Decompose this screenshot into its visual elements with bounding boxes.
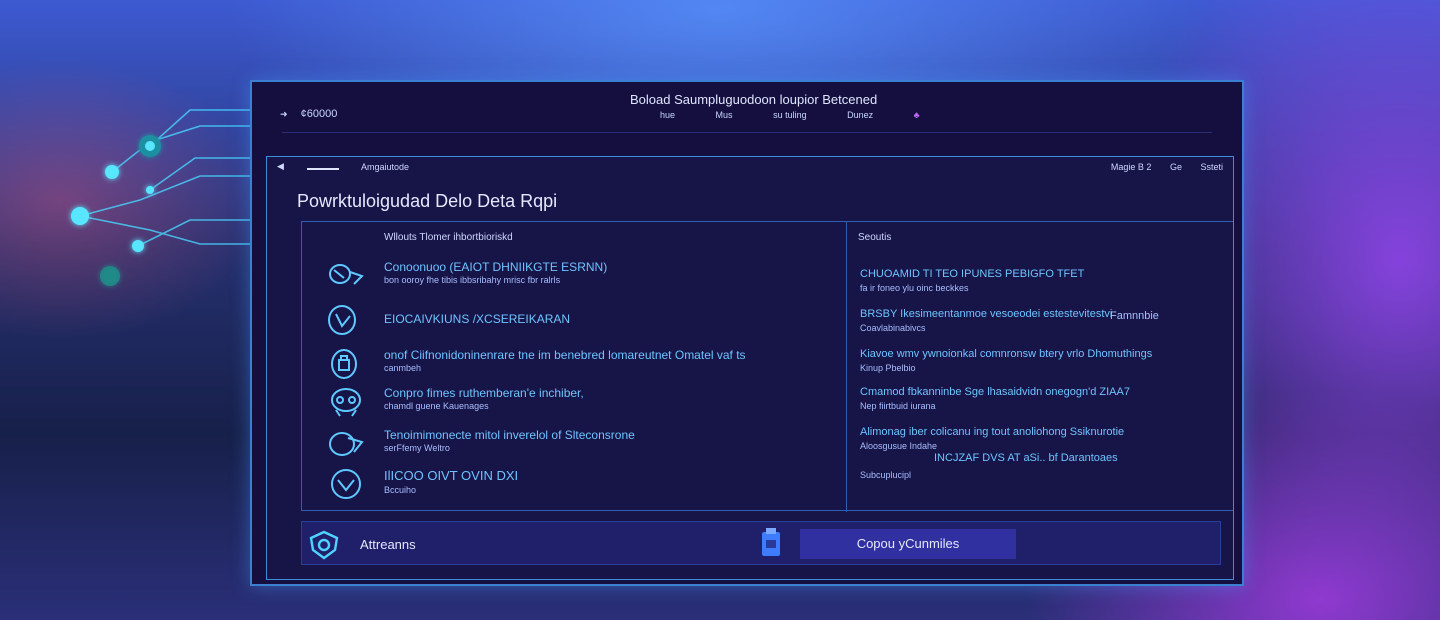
robot-icon <box>331 388 361 417</box>
item-title: CHUOAMID TI TEO IPUNES PEBIGFO TFET <box>860 268 1085 280</box>
toolbar-item[interactable]: Magie B 2 <box>1111 162 1152 172</box>
toolbar-item[interactable]: Ssteti <box>1200 162 1223 172</box>
divider <box>282 132 1212 133</box>
item-title: onof Ciifnonidoninenrare tne im benebred… <box>384 348 746 362</box>
right-column-heading: Seoutis <box>858 232 892 243</box>
footer-label: Attreanns <box>360 537 416 552</box>
item-subtitle: Nep fiirtbuid iurana <box>860 401 936 411</box>
item-subtitle: Aloosgusue Indahe <box>860 441 938 451</box>
title-bar: ➜ ¢60000 Boload Saumpluguodoon loupior B… <box>252 82 1242 154</box>
item-title: Tenoimimonecte mitol inverelol of Slteco… <box>384 428 635 442</box>
item-title: EIOCAIVKIUNS /XCSEREIKARAN <box>384 312 571 326</box>
face-icon <box>331 469 361 499</box>
compare-button[interactable]: Copou yCunmiles <box>800 529 1016 559</box>
lock-icon <box>331 349 357 379</box>
content-area: Wllouts Tlomer ihbortbioriskd Seoutis Co… <box>301 221 1233 512</box>
list-item[interactable]: Kiavoe wmv ywnoionkal comnronsw btery vr… <box>860 348 1190 373</box>
item-title: Cmamod fbkanninbe Sge lhasaidvidn onegog… <box>860 386 1130 398</box>
panel-toolbar: ◀ Amgaiutode Magie B 2 Ge Ssteti <box>277 161 1223 177</box>
list-item[interactable]: Alimonag iber colicanu ing tout anolioho… <box>860 426 1190 451</box>
app-window: ➜ ¢60000 Boload Saumpluguodoon loupior B… <box>250 80 1244 586</box>
list-item[interactable]: CHUOAMID TI TEO IPUNES PEBIGFO TFET fa i… <box>860 268 1190 293</box>
item-title: Kiavoe wmv ywnoionkal comnronsw btery vr… <box>860 348 1153 360</box>
progress-line <box>307 168 339 170</box>
item-subtitle: Coavlabinabivcs <box>860 323 926 333</box>
item-subtitle: fa ir foneo ylu oinc beckkes <box>860 283 969 293</box>
window-title: Boload Saumpluguodoon loupior Betcened <box>630 92 878 107</box>
item-subtitle: Kinup Pbelbio <box>860 363 916 373</box>
toolbar-item[interactable]: Ge <box>1170 162 1182 172</box>
menu-item[interactable]: hue <box>660 110 675 120</box>
item-title: Alimonag iber colicanu ing tout anolioho… <box>860 426 1125 438</box>
shield-icon[interactable] <box>308 530 340 560</box>
menu-item[interactable]: Mus <box>716 110 733 120</box>
item-subtitle: serFfemy Weltro <box>384 443 450 453</box>
item-subtitle: bon ooroy fhe tibis ibbsribahy mrisc fbr… <box>384 275 561 285</box>
item-title: IlICOO OIVT OVIN DXI <box>384 468 519 483</box>
item-subtitle: Bccuiho <box>384 485 417 495</box>
item-subtitle: canmbeh <box>384 363 422 373</box>
menu-item[interactable]: Dunez <box>847 110 873 120</box>
item-subtitle: chamdl guene Kauenages <box>384 401 489 411</box>
toolbar-right: Magie B 2 Ge Ssteti <box>1095 162 1223 172</box>
glasses-icon <box>329 432 364 456</box>
item-title: Conpro fimes ruthemberan'e inchiber, <box>384 386 584 400</box>
back-icon[interactable]: ◀ <box>277 161 284 172</box>
address-label[interactable]: Amgaiutode <box>361 162 409 172</box>
menu-bar: hue Mus su tuling Dunez ♣ <box>660 110 920 120</box>
main-panel: ◀ Amgaiutode Magie B 2 Ge Ssteti Powrktu… <box>266 156 1234 580</box>
title-bar-left[interactable]: ➜ ¢60000 <box>280 108 337 120</box>
list-item[interactable]: Cmamod fbkanninbe Sge lhasaidvidn onegog… <box>860 386 1190 411</box>
item-aside: Famnnbie <box>1110 310 1159 322</box>
list-item[interactable]: INCJZAF DVS AT aSi.. bf Darantoaes Subcu… <box>860 452 1190 480</box>
left-column-heading: Wllouts Tlomer ihbortbioriskd <box>384 232 513 243</box>
menu-marker-icon[interactable]: ♣ <box>914 110 920 120</box>
glasses-icon <box>329 264 364 285</box>
item-subtitle: Subcuplucipl <box>860 470 912 480</box>
menu-item[interactable]: su tuling <box>773 110 807 120</box>
column-divider <box>846 222 847 512</box>
item-title: Conoonuoo (EAIOT DHNIIKGTE ESRNN) <box>384 260 608 274</box>
title-bar-left-label: ¢60000 <box>300 108 338 120</box>
footer-bar: Attreanns Copou yCunmiles <box>301 521 1221 565</box>
circuit-decoration <box>71 109 260 286</box>
clipboard-icon[interactable] <box>760 528 782 558</box>
arrow-icon: ➜ <box>280 109 288 119</box>
shield-icon <box>328 305 356 335</box>
list-item[interactable]: BRSBY Ikesimeentanmoe vesoeodei estestev… <box>860 308 1190 333</box>
page-title: Powrktuloigudad Delo Deta Rqpi <box>297 191 558 211</box>
item-aside: INCJZAF DVS AT aSi.. bf Darantoaes <box>934 452 1118 464</box>
